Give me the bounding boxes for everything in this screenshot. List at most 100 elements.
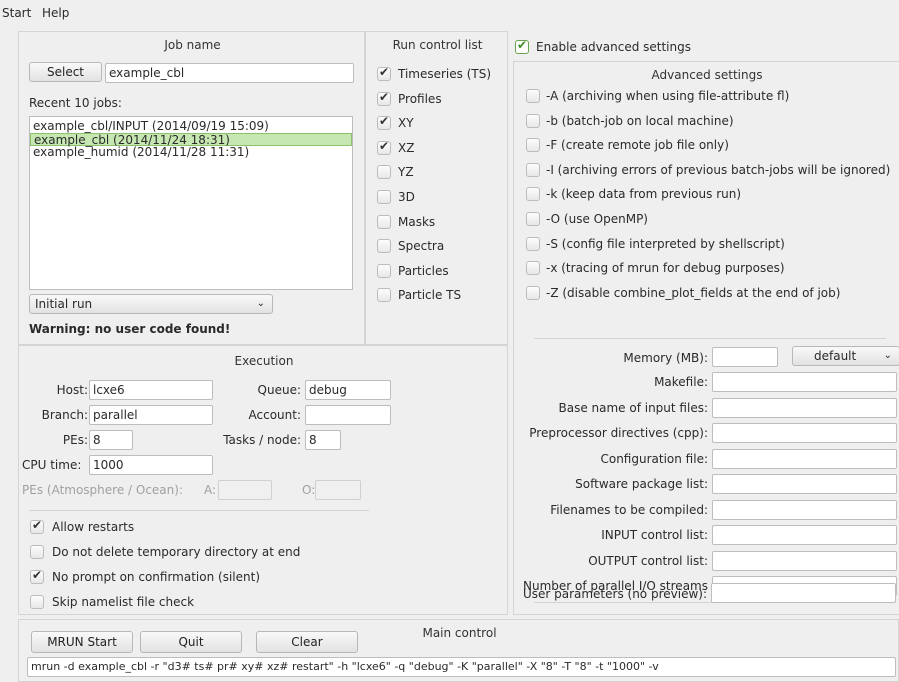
execution-option-checkbox[interactable] bbox=[30, 568, 44, 584]
advanced-field-label: OUTPUT control list: bbox=[588, 553, 708, 568]
advanced-flag-label[interactable]: -I (archiving errors of previous batch-j… bbox=[546, 163, 890, 177]
job-name-title: Job name bbox=[164, 38, 221, 52]
tasks-per-node-label: Tasks / node: bbox=[223, 433, 301, 447]
advanced-flag-label[interactable]: -O (use OpenMP) bbox=[546, 212, 648, 226]
execution-option-checkbox[interactable] bbox=[30, 595, 44, 609]
advanced-field-input[interactable] bbox=[712, 397, 897, 418]
advanced-flag-label[interactable]: -Z (disable combine_plot_fields at the e… bbox=[546, 286, 840, 300]
job-name-input[interactable]: example_cbl bbox=[105, 63, 354, 83]
advanced-field-input[interactable] bbox=[712, 474, 897, 494]
advanced-flag-label[interactable]: -A (archiving when using file-attribute … bbox=[546, 89, 789, 103]
memory-option-select[interactable]: default ⌄ bbox=[792, 346, 899, 366]
run-control-label[interactable]: Particle TS bbox=[398, 288, 461, 302]
run-control-checkbox[interactable] bbox=[377, 263, 391, 278]
advanced-flag-checkbox[interactable] bbox=[526, 236, 540, 251]
pes-label: PEs: bbox=[62, 433, 88, 447]
clear-button[interactable]: Clear bbox=[256, 631, 358, 653]
run-control-checkbox[interactable] bbox=[377, 288, 391, 303]
advanced-field-label: Filenames to be compiled: bbox=[550, 502, 708, 517]
run-control-checkbox[interactable] bbox=[377, 90, 391, 106]
execution-title: Execution bbox=[234, 354, 294, 368]
run-control-checkbox[interactable] bbox=[377, 214, 391, 229]
host-input[interactable]: lcxe6 bbox=[89, 380, 213, 400]
advanced-flag-label[interactable]: -x (tracing of mrun for debug purposes) bbox=[546, 261, 785, 275]
advanced-flag-checkbox[interactable] bbox=[526, 187, 540, 202]
enable-advanced-checkbox[interactable] bbox=[515, 38, 529, 54]
memory-option-value: default bbox=[814, 349, 857, 363]
run-control-panel: Run control list Timeseries (TS) Profiles… bbox=[365, 31, 508, 345]
run-control-label[interactable]: YZ bbox=[398, 165, 414, 179]
advanced-flag-checkbox[interactable] bbox=[526, 162, 540, 177]
run-type-select[interactable]: Initial run ⌄ bbox=[29, 294, 273, 314]
run-control-checkbox[interactable] bbox=[377, 239, 391, 254]
menu-bar: Start Help bbox=[0, 0, 899, 24]
run-control-checkbox[interactable] bbox=[377, 65, 391, 81]
advanced-flag-checkbox[interactable] bbox=[526, 113, 540, 128]
run-control-label[interactable]: XY bbox=[398, 116, 414, 130]
enable-advanced-label[interactable]: Enable advanced settings bbox=[536, 40, 691, 54]
menu-help[interactable]: Help bbox=[42, 6, 69, 20]
run-control-checkbox[interactable] bbox=[377, 165, 391, 180]
cpu-time-label: CPU time: bbox=[22, 458, 82, 472]
advanced-flag-checkbox[interactable] bbox=[526, 212, 540, 226]
execution-option-label[interactable]: Do not delete temporary directory at end bbox=[52, 545, 300, 559]
run-control-checkbox[interactable] bbox=[377, 190, 391, 204]
advanced-field-input[interactable] bbox=[712, 448, 897, 469]
run-control-checkbox[interactable] bbox=[377, 114, 391, 131]
execution-option-checkbox[interactable] bbox=[30, 545, 44, 559]
run-control-label[interactable]: 3D bbox=[398, 190, 415, 204]
run-control-label[interactable]: Spectra bbox=[398, 239, 444, 253]
memory-label: Memory (MB): bbox=[623, 351, 708, 365]
advanced-settings-title: Advanced settings bbox=[651, 68, 763, 82]
execution-option-label[interactable]: Allow restarts bbox=[52, 520, 134, 534]
ocean-pes-input[interactable] bbox=[315, 480, 361, 500]
run-control-checkbox[interactable] bbox=[377, 139, 391, 155]
advanced-flag-checkbox[interactable] bbox=[526, 261, 540, 276]
recent-job-item[interactable]: example_cbl/INPUT (2014/09/19 15:09) bbox=[30, 120, 352, 133]
select-button[interactable]: Select bbox=[29, 62, 102, 82]
advanced-field-label: Preprocessor directives (cpp): bbox=[529, 426, 708, 440]
menu-start[interactable]: Start bbox=[2, 6, 31, 20]
advanced-flag-checkbox[interactable] bbox=[526, 285, 540, 300]
execution-option-checkbox[interactable] bbox=[30, 518, 44, 534]
memory-input[interactable] bbox=[712, 347, 778, 367]
pes-input[interactable]: 8 bbox=[89, 430, 133, 450]
run-control-label[interactable]: Timeseries (TS) bbox=[398, 67, 491, 81]
quit-button[interactable]: Quit bbox=[140, 631, 242, 653]
execution-option-label[interactable]: Skip namelist file check bbox=[52, 595, 194, 609]
advanced-field-input[interactable] bbox=[712, 550, 897, 571]
run-control-label[interactable]: Particles bbox=[398, 264, 449, 278]
advanced-flag-checkbox[interactable] bbox=[526, 138, 540, 153]
advanced-flag-label[interactable]: -F (create remote job file only) bbox=[546, 138, 729, 152]
run-control-label[interactable]: Masks bbox=[398, 215, 435, 229]
recent-job-item[interactable]: example_humid (2014/11/28 11:31) bbox=[30, 146, 352, 159]
execution-option-label[interactable]: No prompt on confirmation (silent) bbox=[52, 570, 260, 584]
advanced-field-input[interactable] bbox=[712, 499, 897, 520]
user-params-input[interactable] bbox=[711, 583, 896, 603]
tasks-per-node-input[interactable]: 8 bbox=[305, 430, 341, 450]
advanced-flag-label[interactable]: -S (config file interpreted by shellscri… bbox=[546, 237, 785, 251]
run-control-label[interactable]: XZ bbox=[398, 141, 414, 155]
advanced-flag-checkbox[interactable] bbox=[526, 89, 540, 103]
atmosphere-label: A: bbox=[204, 483, 217, 497]
account-input[interactable] bbox=[305, 405, 391, 425]
atmosphere-pes-input[interactable] bbox=[218, 480, 272, 500]
mrun-start-button[interactable]: MRUN Start bbox=[31, 631, 133, 653]
queue-input[interactable]: debug bbox=[305, 380, 391, 400]
advanced-flag-label[interactable]: -k (keep data from previous run) bbox=[546, 187, 741, 201]
recent-jobs-list[interactable]: example_cbl/INPUT (2014/09/19 15:09) exa… bbox=[29, 116, 353, 290]
main-control-panel: Main control MRUN Start Quit Clear mrun … bbox=[18, 619, 899, 682]
command-line-field[interactable]: mrun -d example_cbl -r "d3# ts# pr# xy# … bbox=[27, 657, 896, 677]
advanced-flag-label[interactable]: -b (batch-job on local machine) bbox=[546, 114, 734, 128]
advanced-settings-box: Advanced settings -A (archiving when usi… bbox=[513, 61, 899, 615]
branch-input[interactable]: parallel bbox=[89, 405, 213, 425]
advanced-field-label: Base name of input files: bbox=[558, 400, 708, 415]
advanced-field-input[interactable] bbox=[712, 525, 897, 545]
cpu-time-input[interactable]: 1000 bbox=[89, 455, 213, 475]
run-control-label[interactable]: Profiles bbox=[398, 92, 442, 106]
account-label: Account: bbox=[248, 408, 302, 422]
advanced-field-input[interactable] bbox=[712, 372, 897, 392]
ocean-label: O: bbox=[302, 483, 316, 497]
execution-divider bbox=[29, 510, 369, 511]
advanced-field-input[interactable] bbox=[712, 423, 897, 443]
